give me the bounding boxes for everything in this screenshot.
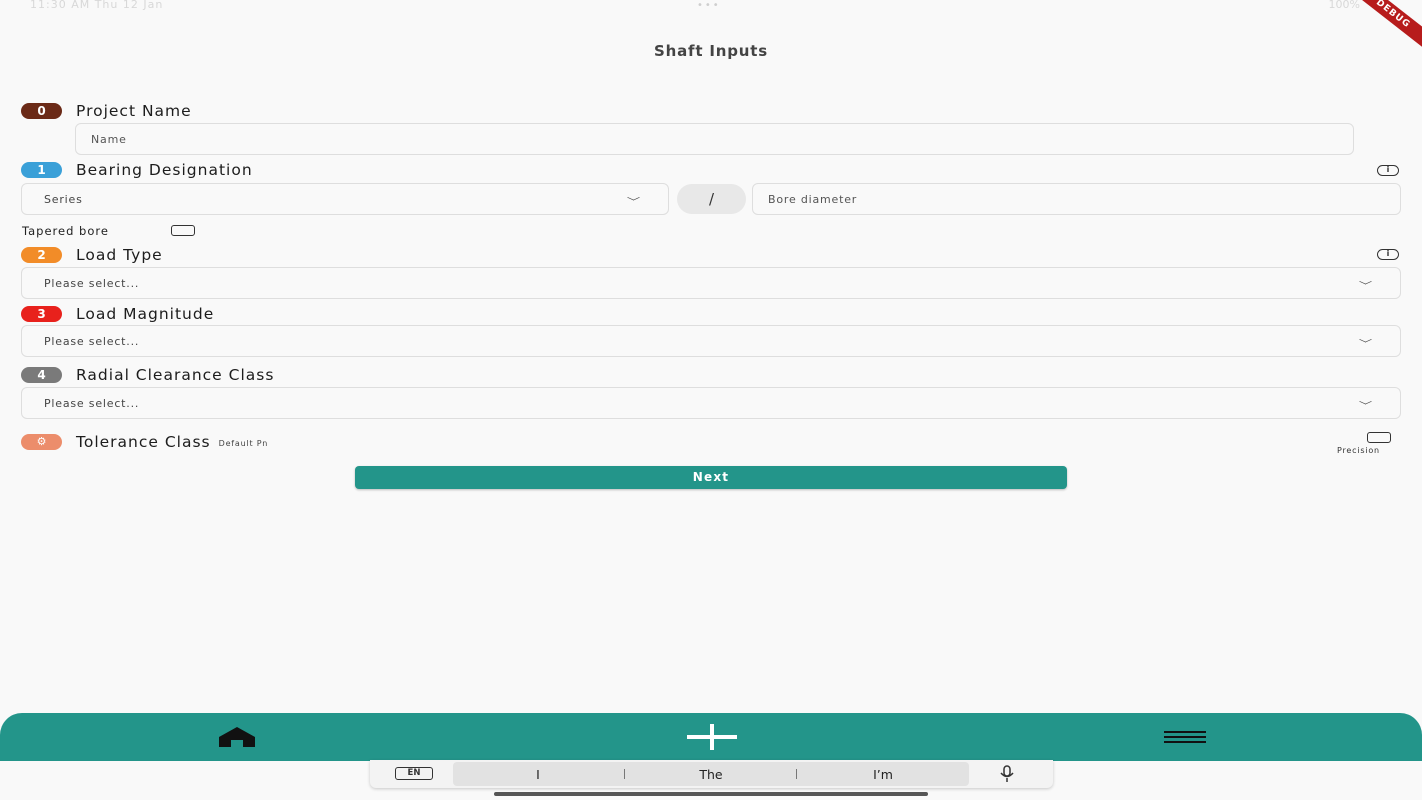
tolerance-default-label: Default Pn (218, 439, 269, 448)
tapered-bore-label: Tapered bore (22, 224, 109, 238)
bore-diameter-field[interactable] (752, 183, 1401, 215)
radial-clearance-select-value: Please select... (44, 397, 140, 410)
radial-clearance-dropdown[interactable]: Please select... (21, 387, 1401, 419)
series-select-value: Series (44, 193, 83, 206)
suggestion-2[interactable]: The (661, 767, 761, 782)
suggestion-divider (624, 769, 625, 779)
next-button[interactable]: Next (355, 466, 1067, 489)
bearing-info-icon[interactable]: i (1377, 165, 1399, 176)
project-name-field[interactable] (75, 123, 1354, 155)
bearing-designation-header: 1 Bearing Designation (21, 160, 253, 180)
settings-icon: ⚙ (21, 434, 62, 450)
suggestion-1[interactable]: I (488, 767, 588, 782)
suggestion-3[interactable]: I’m (833, 767, 933, 782)
series-dropdown[interactable]: Series (21, 183, 669, 215)
load-type-header: 2 Load Type (21, 245, 163, 265)
step-badge-4: 4 (21, 367, 62, 383)
page-title: Shaft Inputs (654, 42, 768, 60)
load-magnitude-select-value: Please select... (44, 335, 140, 348)
tolerance-class-label: Tolerance Class (76, 433, 211, 451)
add-icon[interactable] (687, 724, 737, 750)
chevron-down-icon (1359, 336, 1372, 343)
menu-icon[interactable] (1162, 729, 1208, 745)
chevron-down-icon (1359, 398, 1372, 405)
bearing-designation-label: Bearing Designation (76, 161, 253, 179)
project-name-input[interactable] (76, 124, 1353, 154)
keyboard-suggestion-bar: EN I The I’m (370, 760, 1053, 788)
status-time: 11:30 AM Thu 12 Jan (30, 0, 164, 11)
keyboard-language-button[interactable]: EN (395, 767, 433, 780)
suggestion-strip: I The I’m (453, 762, 969, 786)
tolerance-class-header: ⚙ Tolerance Class Default Pn (21, 432, 268, 452)
suggestion-divider (796, 769, 797, 779)
precision-label: Precision (1337, 446, 1380, 455)
home-indicator[interactable] (494, 792, 928, 796)
load-type-label: Load Type (76, 246, 163, 264)
project-name-header: 0 Project Name (21, 101, 192, 121)
tapered-bore-checkbox[interactable] (171, 225, 195, 236)
radial-clearance-header: 4 Radial Clearance Class (21, 365, 274, 385)
bottom-navigation-bar (0, 713, 1422, 761)
radial-clearance-label: Radial Clearance Class (76, 366, 275, 384)
load-magnitude-dropdown[interactable]: Please select... (21, 325, 1401, 357)
project-name-label: Project Name (76, 102, 192, 120)
multitasking-dots[interactable]: ••• (697, 0, 721, 11)
precision-checkbox[interactable] (1367, 432, 1391, 443)
status-bar: 11:30 AM Thu 12 Jan ••• 100% (0, 0, 1422, 14)
microphone-icon[interactable] (997, 765, 1017, 783)
load-type-dropdown[interactable]: Please select... (21, 267, 1401, 299)
screen: 11:30 AM Thu 12 Jan ••• 100% DEBUG Shaft… (0, 0, 1422, 800)
slash-separator-button[interactable]: / (677, 184, 746, 214)
battery-status: 100% (1328, 0, 1360, 11)
bore-diameter-input[interactable] (753, 184, 1400, 214)
step-badge-2: 2 (21, 247, 62, 263)
chevron-down-icon (627, 194, 640, 201)
load-magnitude-label: Load Magnitude (76, 305, 215, 323)
step-badge-1: 1 (21, 162, 62, 178)
step-badge-0: 0 (21, 103, 62, 119)
load-magnitude-header: 3 Load Magnitude (21, 304, 214, 324)
step-badge-3: 3 (21, 306, 62, 322)
load-type-select-value: Please select... (44, 277, 140, 290)
home-icon[interactable] (216, 726, 258, 748)
load-type-info-icon[interactable]: i (1377, 249, 1399, 260)
chevron-down-icon (1359, 278, 1372, 285)
